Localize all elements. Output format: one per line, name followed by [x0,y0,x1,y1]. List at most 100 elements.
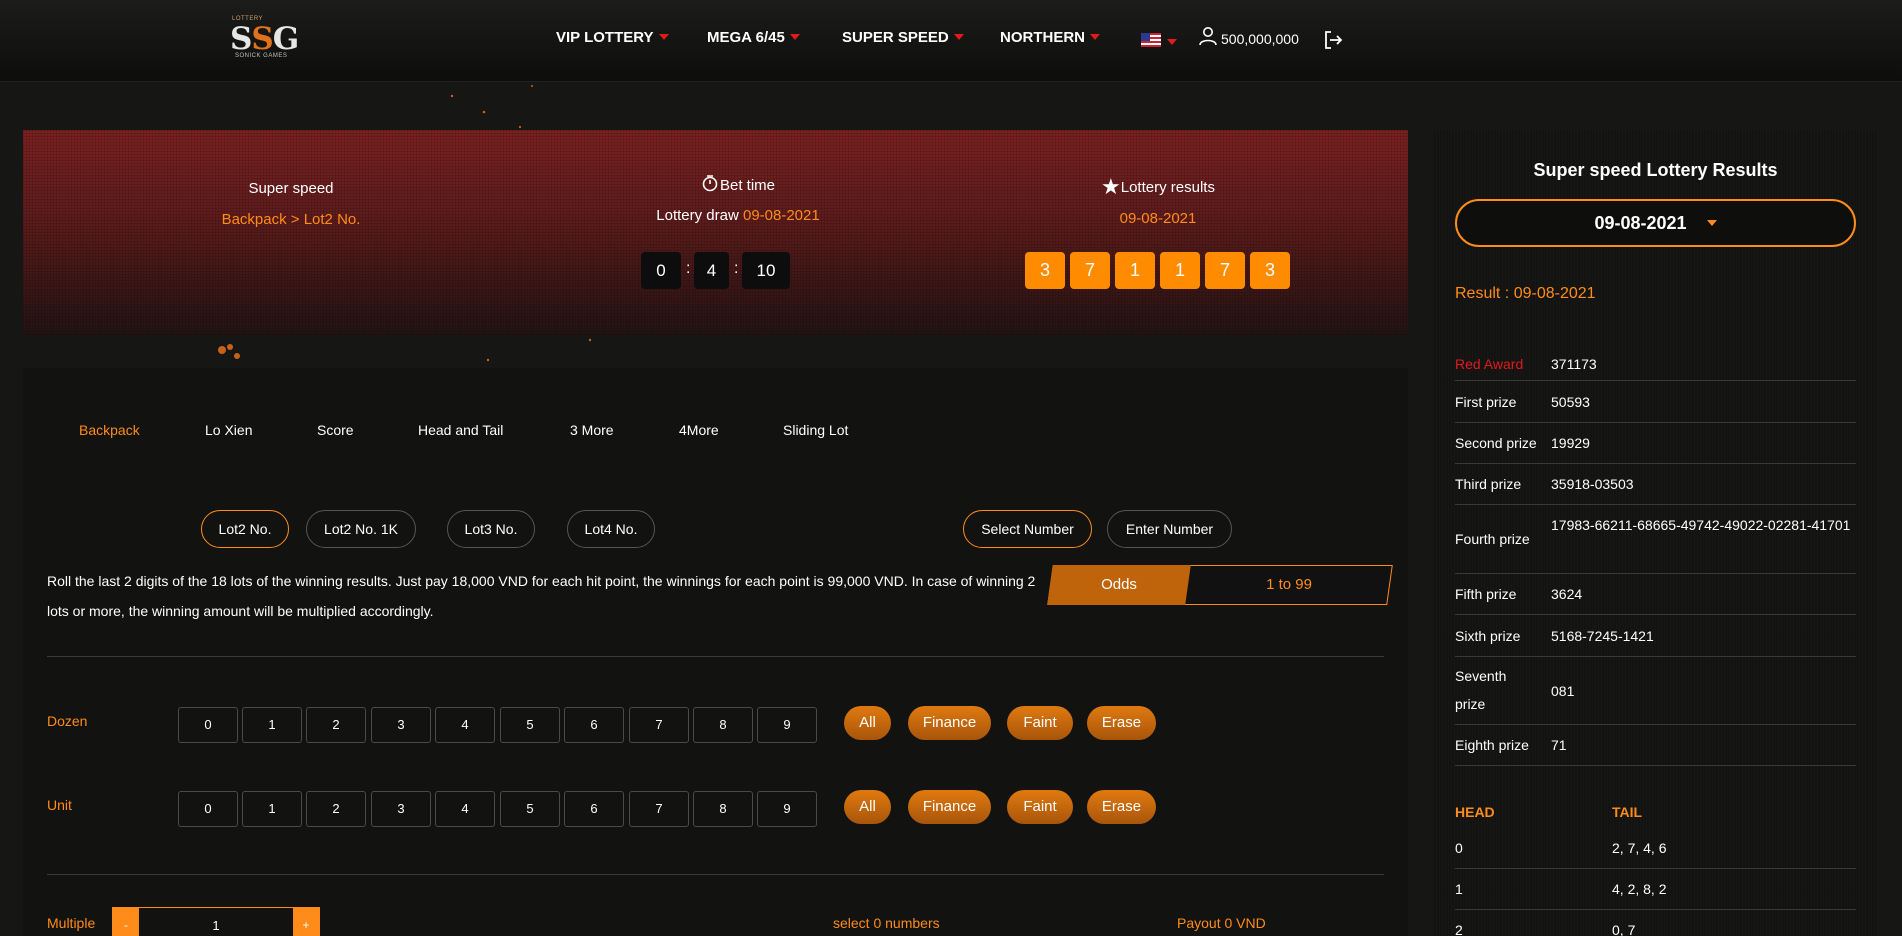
tab-score[interactable]: Score [317,422,354,438]
prize-row: Seventh prize 081 [1455,657,1856,725]
prize-value: 081 [1551,683,1575,699]
enter-number-tab[interactable]: Enter Number [1107,510,1232,548]
prize-row: Sixth prize 5168-7245-1421 [1455,615,1856,657]
timer-minutes: 4 [694,252,729,289]
betting-panel [23,368,1408,936]
unit-digit[interactable]: 8 [693,791,753,827]
unit-digit[interactable]: 7 [629,791,689,827]
brand-logo[interactable]: LOTTERY SSG SONICK GAMES [230,16,299,64]
tab-head-and-tail[interactable]: Head and Tail [418,422,503,438]
logout-icon[interactable] [1322,29,1344,51]
dozen-digit[interactable]: 5 [500,707,560,743]
nav-northern[interactable]: NORTHERN [1000,29,1100,46]
unit-faint-button[interactable]: Faint [1007,790,1073,824]
stopwatch-icon [702,175,718,192]
result-date-select[interactable]: 09-08-2021 [1455,199,1856,247]
odds-label: Odds [1101,576,1137,593]
unit-erase-button[interactable]: Erase [1087,790,1156,824]
odds-display: Odds 1 to 99 [1047,565,1393,605]
timer-hours: 0 [641,252,681,289]
dozen-digit[interactable]: 0 [178,707,238,743]
top-navbar: LOTTERY SSG SONICK GAMES VIP LOTTERY MEG… [0,0,1902,82]
selected-count: select 0 numbers [833,915,940,931]
multiple-input[interactable] [139,908,293,936]
language-caret-icon[interactable] [1167,39,1177,45]
logo-mark: SSG [230,21,299,57]
lottery-results-title: ★Lottery results [1101,174,1215,199]
head-column-header: HEAD [1455,804,1495,820]
game-info: Super speed Backpack > Lot2 No. [191,180,391,228]
tail-value: 2, 7, 4, 6 [1612,840,1667,856]
tab-4more[interactable]: 4More [679,422,719,438]
dozen-label: Dozen [47,713,88,729]
dozen-digit[interactable]: 6 [564,707,624,743]
dozen-digit[interactable]: 1 [242,707,302,743]
unit-finance-button[interactable]: Finance [908,790,991,824]
prize-row: Second prize 19929 [1455,423,1856,464]
flag-us-icon[interactable] [1141,33,1161,47]
tab-3-more[interactable]: 3 More [570,422,614,438]
lottery-draw: Lottery draw 09-08-2021 [656,207,820,224]
tail-value: 4, 2, 8, 2 [1612,881,1667,897]
subtab-lot4-no[interactable]: Lot4 No. [567,510,655,548]
dozen-digit[interactable]: 7 [629,707,689,743]
tab-lo-xien[interactable]: Lo Xien [205,422,252,438]
result-digit: 7 [1205,252,1245,289]
dozen-digit[interactable]: 3 [371,707,431,743]
dozen-erase-button[interactable]: Erase [1087,706,1156,740]
odds-value: 1 to 99 [1266,576,1312,593]
prize-value: 71 [1551,737,1567,753]
subtab-lot2-no-1k[interactable]: Lot2 No. 1K [306,510,416,548]
subtab-lot3-no[interactable]: Lot3 No. [447,510,535,548]
head-tail-row: 2 0, 7 [1455,910,1856,936]
unit-digit[interactable]: 1 [242,791,302,827]
dozen-digit[interactable]: 2 [306,707,366,743]
decrement-button[interactable]: - [113,908,139,936]
unit-digit[interactable]: 2 [306,791,366,827]
unit-digit[interactable]: 6 [564,791,624,827]
unit-all-button[interactable]: All [844,790,891,824]
increment-button[interactable]: + [293,908,319,936]
tab-backpack[interactable]: Backpack [79,422,140,438]
unit-digit[interactable]: 5 [500,791,560,827]
unit-digit[interactable]: 0 [178,791,238,827]
dozen-finance-button[interactable]: Finance [908,706,991,740]
prize-row: Third prize 35918-03503 [1455,464,1856,505]
timer-separator: : [734,260,739,277]
nav-vip-lottery[interactable]: VIP LOTTERY [556,29,669,46]
prize-value: 50593 [1551,394,1590,410]
prize-row: Fifth prize 3624 [1455,574,1856,615]
bet-time-info: Bet time Lottery draw 09-08-2021 [618,174,858,224]
head-tail-row: 0 2, 7, 4, 6 [1455,828,1856,869]
game-title: Super speed [248,180,334,197]
nav-super-speed[interactable]: SUPER SPEED [842,29,964,46]
nav-mega-645[interactable]: MEGA 6/45 [707,29,800,46]
dozen-all-button[interactable]: All [844,706,891,740]
breadcrumb: Backpack > Lot2 No. [221,211,361,228]
prize-value: 19929 [1551,435,1590,451]
prize-name: Seventh prize [1455,668,1507,712]
unit-digit[interactable]: 4 [435,791,495,827]
unit-label: Unit [47,797,72,813]
divider [47,874,1384,875]
divider [47,656,1384,657]
user-icon[interactable] [1198,26,1218,46]
dozen-digit[interactable]: 8 [693,707,753,743]
tab-sliding-lot[interactable]: Sliding Lot [783,422,848,438]
prize-name: Sixth prize [1455,628,1521,644]
dozen-faint-button[interactable]: Faint [1007,706,1073,740]
star-icon: ★ [1101,174,1121,199]
prize-name: Fourth prize [1455,531,1530,547]
prize-value: 35918-03503 [1551,476,1634,492]
unit-digit[interactable]: 3 [371,791,431,827]
multiple-stepper: - + [112,907,320,936]
result-digit: 7 [1070,252,1110,289]
unit-digit[interactable]: 9 [757,791,817,827]
dozen-digit[interactable]: 9 [757,707,817,743]
prize-name: Second prize [1455,435,1537,451]
select-number-tab[interactable]: Select Number [963,510,1092,548]
dozen-digit[interactable]: 4 [435,707,495,743]
prize-row: First prize 50593 [1455,381,1856,423]
subtab-lot2-no[interactable]: Lot2 No. [201,510,289,548]
timer-separator: : [686,260,691,277]
